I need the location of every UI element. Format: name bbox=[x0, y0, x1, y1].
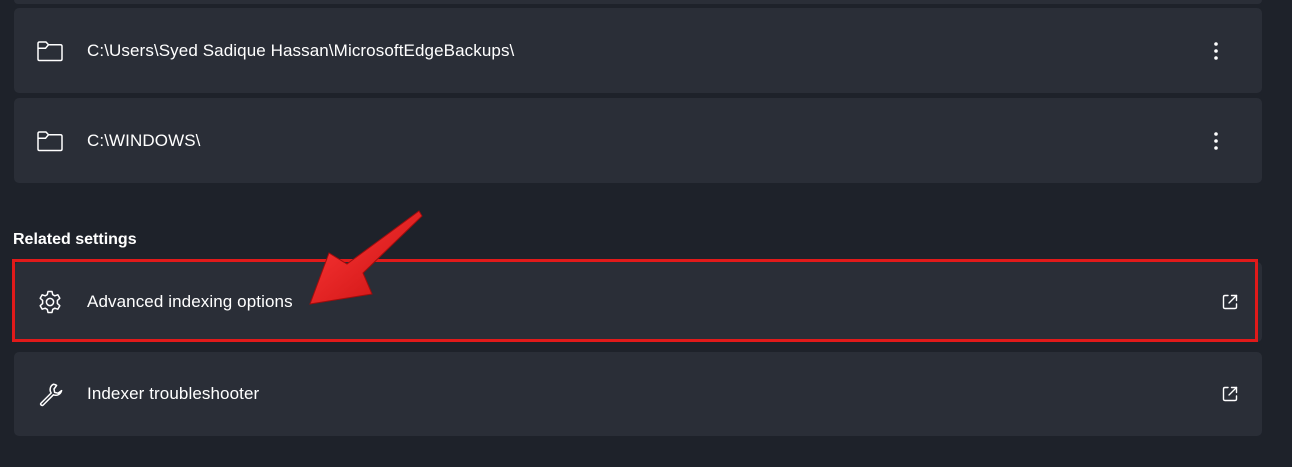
indexed-folder-row[interactable]: C:\WINDOWS\ bbox=[14, 98, 1262, 183]
folder-icon bbox=[36, 37, 64, 65]
previous-card-edge bbox=[14, 0, 1262, 4]
advanced-indexing-options-label: Advanced indexing options bbox=[87, 292, 293, 311]
gear-icon bbox=[36, 288, 64, 316]
folder-icon bbox=[36, 127, 64, 155]
more-options-icon[interactable] bbox=[1206, 127, 1226, 155]
indexer-troubleshooter-label: Indexer troubleshooter bbox=[87, 384, 260, 403]
related-settings-heading: Related settings bbox=[13, 231, 137, 248]
open-external-icon[interactable] bbox=[1218, 290, 1242, 314]
open-external-icon[interactable] bbox=[1218, 382, 1242, 406]
wrench-icon bbox=[36, 380, 64, 408]
indexed-folder-row[interactable]: C:\Users\Syed Sadique Hassan\MicrosoftEd… bbox=[14, 8, 1262, 93]
settings-page: C:\Users\Syed Sadique Hassan\MicrosoftEd… bbox=[0, 0, 1292, 467]
more-options-icon[interactable] bbox=[1206, 37, 1226, 65]
indexer-troubleshooter-link[interactable]: Indexer troubleshooter bbox=[14, 352, 1262, 436]
folder-path: C:\Users\Syed Sadique Hassan\MicrosoftEd… bbox=[87, 40, 515, 60]
advanced-indexing-options-link[interactable]: Advanced indexing options bbox=[14, 262, 1262, 342]
folder-path: C:\WINDOWS\ bbox=[87, 130, 201, 150]
